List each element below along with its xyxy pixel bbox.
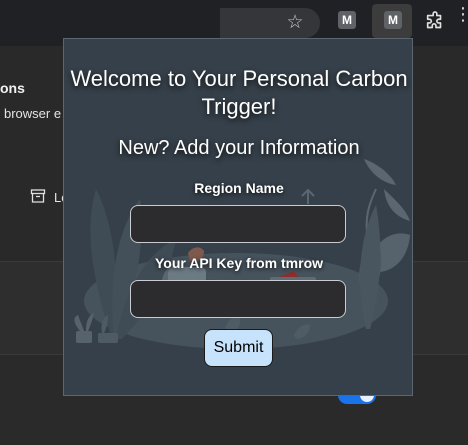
extension-m-2-button[interactable]: M (384, 11, 402, 29)
api-key-label: Your API Key from tmrow (154, 255, 324, 271)
extension-m-1-button[interactable]: M (338, 11, 356, 29)
popup-title: Welcome to Your Personal Carbon Trigger! (70, 66, 408, 119)
background-title: ons (0, 80, 25, 96)
archive-icon (30, 189, 46, 203)
region-name-input[interactable] (130, 205, 346, 243)
star-icon[interactable]: ☆ (284, 12, 306, 34)
puzzle-icon[interactable] (424, 11, 446, 33)
background-subtitle: browser e (4, 106, 62, 121)
more-menu-icon[interactable]: ⋮ (454, 5, 468, 34)
submit-button[interactable]: Submit (204, 329, 273, 367)
region-name-label: Region Name (194, 180, 284, 196)
extension-popup: Welcome to Your Personal Carbon Trigger!… (63, 38, 413, 396)
api-key-input[interactable] (130, 280, 346, 318)
popup-subtitle: New? Add your Information (118, 137, 360, 159)
